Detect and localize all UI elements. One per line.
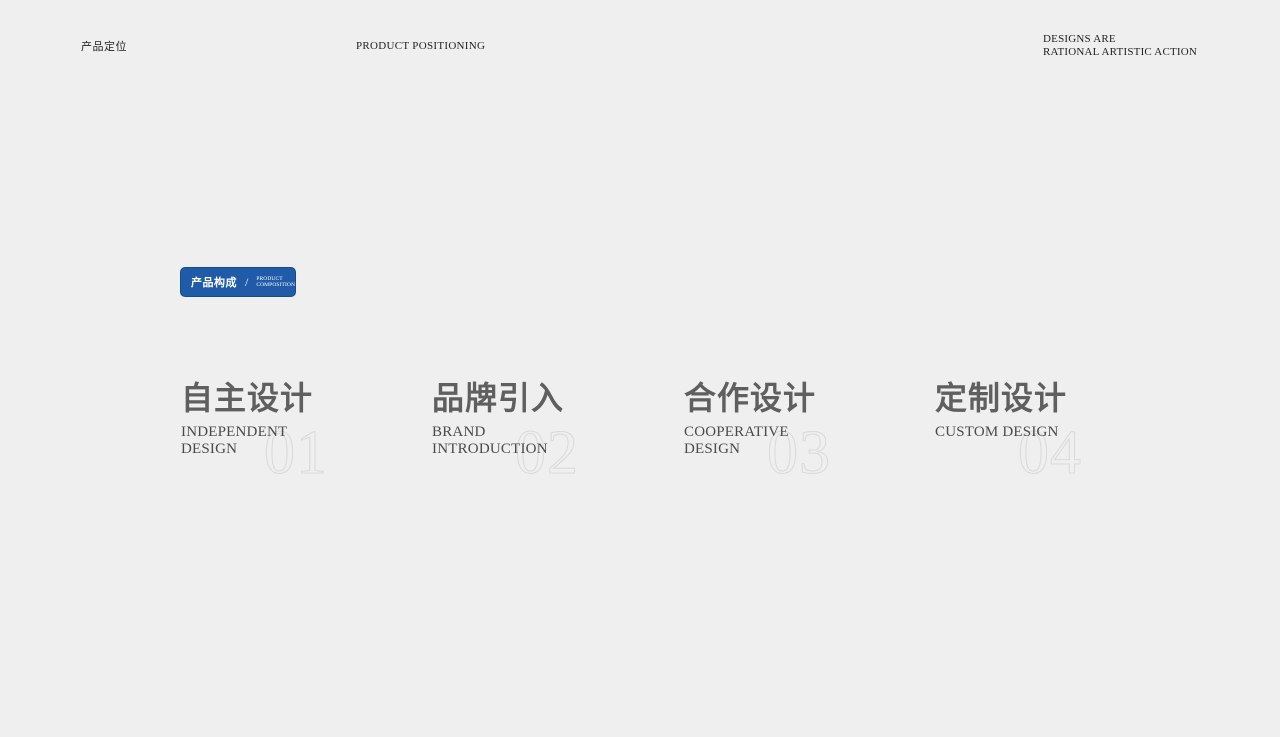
item-title-cn: 合作设计 xyxy=(684,379,817,417)
composition-item-custom: 04 定制设计 CUSTOM DESIGN xyxy=(935,376,1175,496)
item-title-en: BRAND INTRODUCTION xyxy=(432,424,672,458)
item-en-line-2: DESIGN xyxy=(181,441,238,457)
item-title-cn: 自主设计 xyxy=(181,379,314,417)
item-title-en: COOPERATIVE DESIGN xyxy=(684,424,924,458)
item-en-line-1: BRAND xyxy=(432,424,486,440)
item-title-en: CUSTOM DESIGN xyxy=(935,424,1175,441)
composition-items: 01 自主设计 INDEPENDENT DESIGN 02 品牌引入 BRAND… xyxy=(0,0,1280,737)
item-title-cn: 品牌引入 xyxy=(432,379,565,417)
item-title-en: INDEPENDENT DESIGN xyxy=(181,424,421,458)
item-en-line-1: INDEPENDENT xyxy=(181,424,288,440)
item-en-line-2: INTRODUCTION xyxy=(432,441,548,457)
item-title-cn: 定制设计 xyxy=(935,379,1068,417)
composition-item-brand: 02 品牌引入 BRAND INTRODUCTION xyxy=(432,376,672,496)
composition-item-independent: 01 自主设计 INDEPENDENT DESIGN xyxy=(181,376,421,496)
item-en-line-2: DESIGN xyxy=(684,441,741,457)
composition-item-cooperative: 03 合作设计 COOPERATIVE DESIGN xyxy=(684,376,924,496)
item-en-line-1: CUSTOM DESIGN xyxy=(935,424,1059,440)
item-en-line-1: COOPERATIVE xyxy=(684,424,789,440)
